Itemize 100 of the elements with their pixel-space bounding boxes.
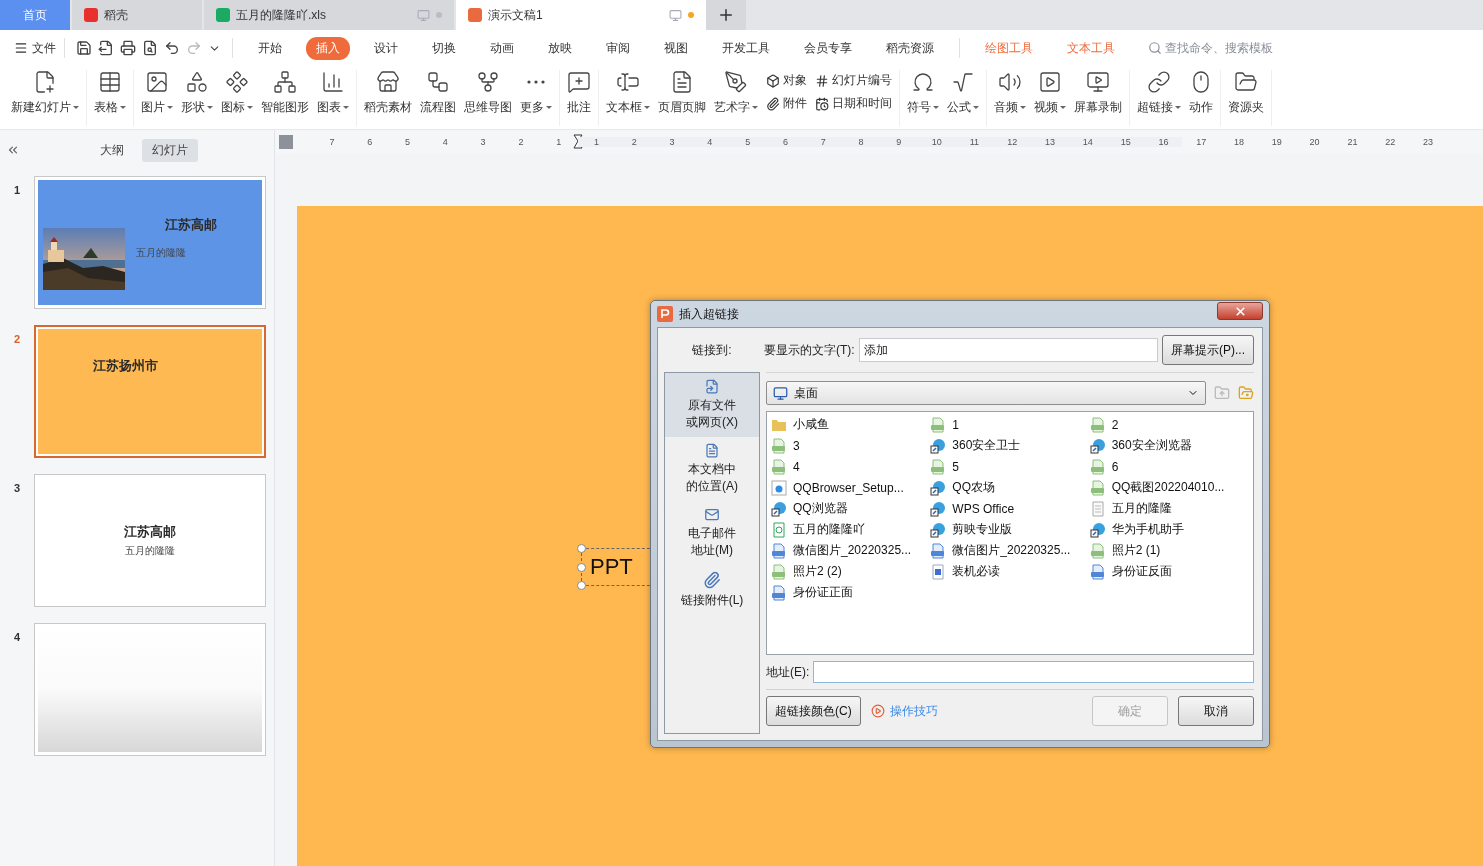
link-type-item[interactable]: 原有文件或网页(X) — [665, 373, 759, 437]
collapse-icon[interactable] — [6, 143, 20, 157]
ribbon-button[interactable]: 页眉页脚 — [654, 70, 710, 116]
link-type-item[interactable]: 本文档中的位置(A) — [665, 437, 759, 501]
ribbon-button[interactable]: 批注 — [563, 70, 595, 116]
document-tab[interactable]: 演示文稿1 — [456, 0, 706, 30]
menu-tab[interactable]: 切换 — [422, 36, 466, 60]
ribbon-button[interactable]: 附件 — [766, 95, 807, 112]
document-tab[interactable]: 五月的隆隆吖.xls — [204, 0, 454, 30]
ribbon-button[interactable]: 图标 — [217, 70, 257, 116]
ribbon-button[interactable]: 新建幻灯片 — [7, 70, 83, 116]
ribbon-button[interactable]: 流程图 — [416, 70, 460, 116]
panel-tab[interactable]: 幻灯片 — [142, 138, 198, 162]
screen-tip-button[interactable]: 屏幕提示(P)... — [1162, 335, 1254, 365]
ribbon-button[interactable]: 公式 — [943, 70, 983, 116]
ribbon-button[interactable]: 形状 — [177, 70, 217, 116]
file-name[interactable]: 6 — [1111, 459, 1119, 474]
ribbon-button[interactable]: 屏幕录制 — [1070, 70, 1126, 116]
ribbon-button[interactable]: 智能图形 — [257, 70, 313, 116]
file-name[interactable]: 360安全卫士 — [952, 437, 1021, 454]
folder-dropdown[interactable]: 桌面 — [766, 381, 1206, 405]
menu-tab[interactable]: 视图 — [654, 36, 698, 60]
toolbar-icon[interactable] — [76, 40, 92, 56]
ribbon-button[interactable]: 资源夹 — [1224, 70, 1268, 116]
ribbon-button[interactable]: 思维导图 — [460, 70, 516, 116]
slide-number: 4 — [14, 630, 22, 645]
document-icon — [930, 563, 947, 580]
link-color-button[interactable]: 超链接颜色(C) — [766, 696, 861, 726]
image-file-icon — [930, 416, 947, 433]
file-name[interactable]: 五月的隆隆 — [1111, 500, 1172, 517]
menu-tab[interactable]: 放映 — [538, 36, 582, 60]
file-name[interactable]: 五月的隆隆吖 — [793, 521, 865, 538]
file-menu-button[interactable]: 文件 — [14, 39, 56, 57]
file-name[interactable]: QQBrowser_Setup... — [793, 480, 904, 495]
ribbon-button[interactable]: 文本框 — [602, 70, 654, 116]
file-name[interactable]: 身份证正面 — [793, 584, 853, 601]
ribbon-button[interactable]: 幻灯片编号 — [815, 72, 892, 89]
slide-subtitle: 五月的隆隆 — [124, 544, 176, 558]
slide-thumbnail[interactable]: 江苏高邮 五月的隆隆 — [34, 176, 266, 309]
ribbon-button[interactable]: 视频 — [1030, 70, 1070, 116]
file-name[interactable]: QQ浏览器 — [793, 500, 848, 517]
toolbar-icon[interactable] — [164, 40, 180, 56]
menu-tab[interactable]: 开始 — [248, 36, 292, 60]
slide-thumbnail[interactable]: 江苏高邮 五月的隆隆 — [34, 474, 266, 607]
display-text-field[interactable]: 添加 — [858, 338, 1158, 362]
ribbon-button[interactable]: 表格 — [90, 70, 130, 116]
shortcut-icon — [771, 500, 787, 517]
file-name[interactable]: WPS Office — [952, 501, 1015, 516]
file-name[interactable]: 微信图片_20220325... — [793, 542, 912, 559]
file-name[interactable]: 照片2 (1) — [1111, 542, 1161, 559]
address-field[interactable] — [813, 661, 1254, 683]
file-name[interactable]: 微信图片_20220325... — [952, 542, 1071, 559]
ribbon-button[interactable]: 对象 — [766, 72, 807, 89]
ribbon-button[interactable]: 超链接 — [1133, 70, 1185, 116]
menu-tab[interactable]: 稻壳资源 — [876, 36, 944, 60]
file-name[interactable]: 华为手机助手 — [1111, 521, 1184, 538]
ribbon-button[interactable]: 图表 — [313, 70, 353, 116]
menu-tab[interactable]: 审阅 — [596, 36, 640, 60]
file-name[interactable]: 小咸鱼 — [793, 416, 829, 433]
ribbon-button[interactable]: 动作 — [1185, 70, 1217, 116]
menu-tab[interactable]: 会员专享 — [794, 36, 862, 60]
shortcut-icon — [930, 479, 947, 496]
ribbon-button[interactable]: 日期和时间 — [815, 95, 892, 112]
dialog-button[interactable]: 取消 — [1178, 696, 1254, 726]
ribbon-icon — [616, 70, 640, 94]
file-name[interactable]: 剪映专业版 — [952, 521, 1013, 538]
file-name[interactable]: 照片2 (2) — [793, 563, 842, 580]
shortcut-icon — [1089, 521, 1106, 538]
menu-tab[interactable]: 设计 — [364, 36, 408, 60]
slide-thumbnail[interactable]: 江苏扬州市 — [34, 325, 266, 458]
menu-tab[interactable]: 开发工具 — [712, 36, 780, 60]
ribbon-button[interactable]: 更多 — [516, 70, 556, 116]
link-type-item[interactable]: 电子邮件地址(M) — [665, 501, 759, 565]
file-name[interactable]: 360安全浏览器 — [1111, 437, 1192, 454]
new-tab-button[interactable] — [706, 0, 746, 30]
ribbon-button[interactable]: 音频 — [990, 70, 1030, 116]
file-name[interactable]: 2 — [1111, 417, 1119, 432]
ribbon-button[interactable]: 符号 — [903, 70, 943, 116]
spreadsheet-icon — [771, 521, 787, 538]
toolbar-icon[interactable] — [120, 40, 136, 56]
toolbar-icon[interactable] — [142, 40, 158, 56]
slide-title: 江苏高邮 — [165, 216, 217, 234]
file-name[interactable]: 4 — [793, 459, 800, 474]
file-name[interactable]: 身份证反面 — [1111, 563, 1172, 580]
ribbon-button[interactable]: 图片 — [137, 70, 177, 116]
panel-tab[interactable]: 大纲 — [90, 138, 134, 162]
file-name[interactable]: 3 — [793, 438, 800, 453]
ribbon-button[interactable]: 艺术字 — [710, 70, 762, 116]
file-name[interactable]: 1 — [952, 417, 959, 432]
menu-tab[interactable]: 动画 — [480, 36, 524, 60]
file-name[interactable]: 装机必读 — [952, 563, 1001, 580]
file-name[interactable]: QQ农场 — [952, 479, 995, 496]
document-tab[interactable]: 稻壳 — [72, 0, 202, 30]
file-name[interactable]: 5 — [952, 459, 959, 474]
link-type-item[interactable]: 链接附件(L) — [665, 565, 759, 629]
close-button[interactable] — [1217, 302, 1263, 320]
ribbon-button[interactable]: 稻壳素材 — [360, 70, 416, 116]
file-name[interactable]: QQ截图202204010... — [1111, 479, 1225, 496]
slide-thumbnail[interactable] — [34, 623, 266, 756]
toolbar-icon[interactable] — [98, 40, 114, 56]
